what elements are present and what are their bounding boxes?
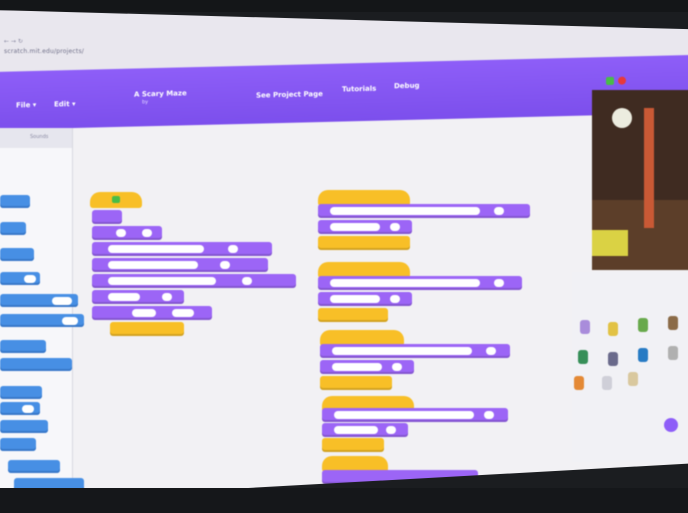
stage[interactable]: [592, 90, 688, 270]
broadcast-block[interactable]: [318, 236, 410, 250]
sprite-thumbnail[interactable]: [638, 348, 648, 362]
moon-sprite: [612, 108, 632, 128]
green-flag-icon: [112, 196, 120, 203]
palette-block[interactable]: [0, 438, 36, 451]
sprite-thumbnail[interactable]: [574, 376, 584, 390]
looks-block[interactable]: [92, 242, 272, 256]
broadcast-block[interactable]: [320, 376, 392, 390]
file-menu[interactable]: File ▾: [16, 101, 36, 109]
edit-menu[interactable]: Edit ▾: [54, 100, 76, 109]
palette-block[interactable]: [0, 420, 48, 433]
broadcast-block[interactable]: [322, 438, 384, 452]
tree-sprite: [644, 108, 654, 228]
monitor-bezel-bottom: [0, 488, 688, 513]
sprite-thumbnail[interactable]: [628, 372, 638, 386]
project-author: by: [142, 99, 149, 106]
palette-block[interactable]: [0, 195, 30, 208]
looks-block[interactable]: [92, 274, 296, 288]
address-bar[interactable]: scratch.mit.edu/projects/: [4, 48, 84, 55]
looks-block[interactable]: [320, 344, 510, 358]
when-flag-clicked-hat[interactable]: [90, 192, 142, 208]
palette-block[interactable]: [0, 402, 40, 415]
stage-background: [592, 90, 688, 200]
looks-block[interactable]: [92, 258, 268, 272]
photo: ← → ↻ scratch.mit.edu/projects/ File ▾ E…: [0, 0, 688, 513]
sprite-pane: [572, 272, 688, 462]
looks-block[interactable]: [92, 226, 162, 240]
sprite-thumbnail[interactable]: [638, 318, 648, 332]
looks-block[interactable]: [322, 423, 408, 437]
sprite-thumbnail[interactable]: [578, 350, 588, 364]
looks-block[interactable]: [322, 470, 478, 484]
green-flag-icon[interactable]: [606, 76, 614, 86]
project-title[interactable]: A Scary Maze: [134, 89, 187, 98]
debug-button[interactable]: Debug: [394, 82, 420, 91]
looks-block[interactable]: [92, 210, 122, 224]
sprite-thumbnail[interactable]: [608, 352, 618, 366]
palette-block[interactable]: [0, 340, 46, 353]
sprite-thumbnail[interactable]: [602, 376, 612, 390]
monitor-screen: ← → ↻ scratch.mit.edu/projects/ File ▾ E…: [0, 10, 688, 502]
palette-block[interactable]: [0, 248, 34, 261]
browser-nav-controls[interactable]: ← → ↻: [4, 38, 23, 45]
sprite-thumbnail[interactable]: [668, 316, 678, 330]
palette-block[interactable]: [0, 222, 26, 235]
looks-block[interactable]: [318, 204, 530, 218]
palette-block[interactable]: [0, 294, 78, 307]
broadcast-block[interactable]: [318, 308, 388, 322]
palette-block[interactable]: [0, 272, 40, 285]
palette-block[interactable]: [0, 314, 84, 327]
looks-block[interactable]: [92, 306, 212, 320]
looks-block[interactable]: [320, 360, 414, 374]
looks-block[interactable]: [318, 276, 522, 290]
palette-block[interactable]: [8, 460, 60, 473]
tutorials-button[interactable]: Tutorials: [342, 85, 376, 94]
tab-sounds[interactable]: Sounds: [30, 134, 48, 140]
sprite-thumbnail[interactable]: [580, 320, 590, 334]
see-project-page-button[interactable]: See Project Page: [256, 90, 323, 100]
broadcast-block[interactable]: [110, 322, 184, 336]
stop-icon[interactable]: [618, 76, 626, 85]
editor-tabs: Sounds: [0, 128, 72, 148]
looks-block[interactable]: [322, 408, 508, 422]
looks-block[interactable]: [92, 290, 184, 304]
palette-block[interactable]: [0, 358, 72, 371]
looks-block[interactable]: [318, 292, 412, 306]
palette-block[interactable]: [0, 386, 42, 399]
sign-sprite: [592, 230, 628, 256]
looks-block[interactable]: [318, 220, 412, 234]
sprite-thumbnail[interactable]: [608, 322, 618, 336]
add-sprite-icon[interactable]: [664, 418, 678, 432]
sprite-thumbnail[interactable]: [668, 346, 678, 360]
monitor-bezel-top: [0, 0, 688, 12]
